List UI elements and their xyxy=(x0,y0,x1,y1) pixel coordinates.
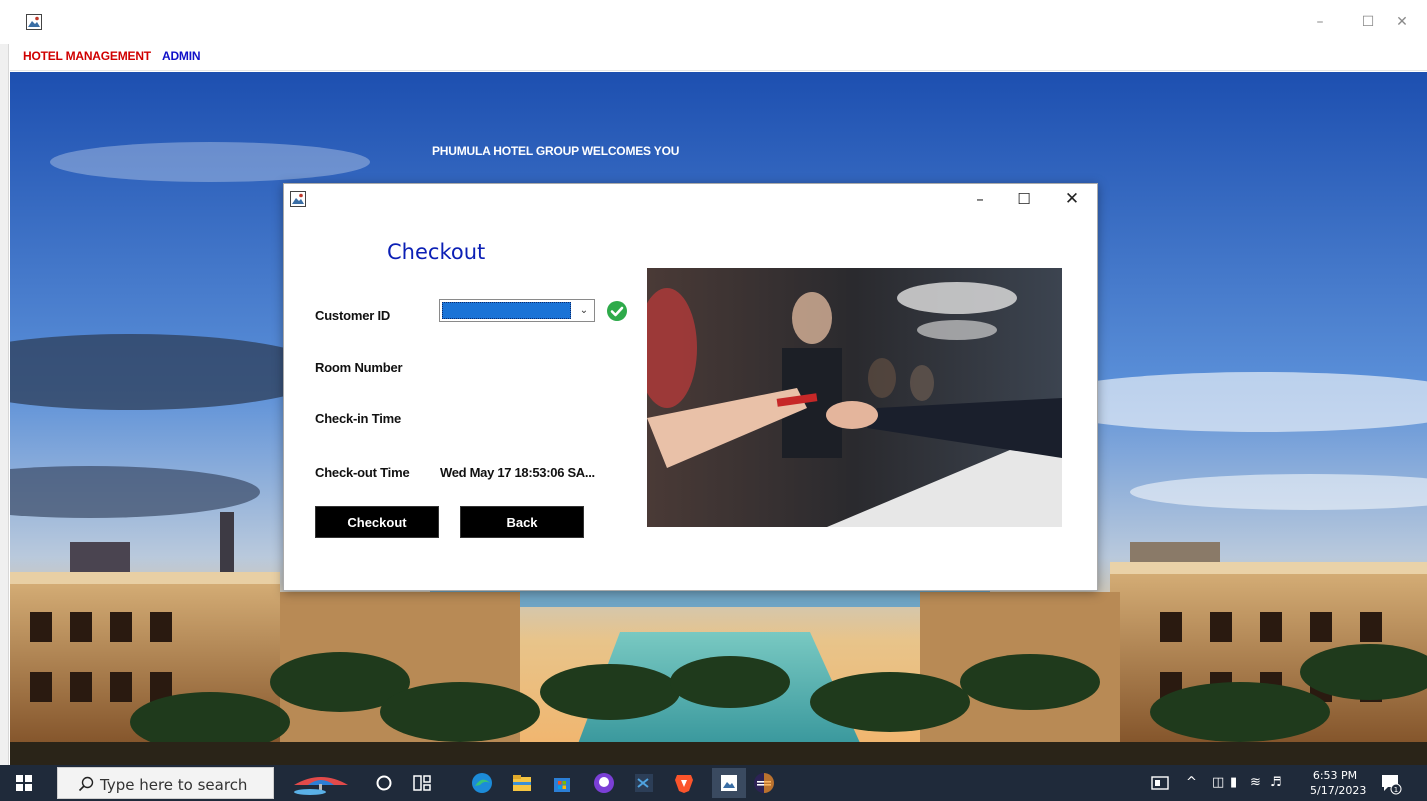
java-app-icon xyxy=(290,191,306,207)
room-number-label: Room Number xyxy=(315,360,403,375)
edge-icon[interactable] xyxy=(470,771,494,795)
windows-taskbar: Type here to search ^ ◫ ▮ ≋ ♬ 6:53 PM 5/… xyxy=(0,765,1427,801)
main-title-bar[interactable]: – ☐ ✕ xyxy=(0,0,1427,44)
back-button[interactable]: Back xyxy=(460,506,584,538)
battery-icon[interactable]: ▮ xyxy=(1230,775,1237,791)
search-placeholder: Type here to search xyxy=(100,776,248,794)
check-out-time-label: Check-out Time xyxy=(315,465,410,480)
volume-icon[interactable]: ♬ xyxy=(1270,775,1282,791)
wifi-icon[interactable]: ≋ xyxy=(1250,775,1261,791)
check-out-time-value: Wed May 17 18:53:06 SA... xyxy=(440,465,595,480)
cortana-icon[interactable] xyxy=(372,771,396,795)
check-in-time-label: Check-in Time xyxy=(315,411,402,426)
taskbar-search-box[interactable]: Type here to search xyxy=(57,767,274,799)
welcome-text: PHUMULA HOTEL GROUP WELCOMES YOU xyxy=(432,144,680,158)
java-app-icon xyxy=(26,14,42,30)
windows-start-icon[interactable] xyxy=(16,775,32,791)
microsoft-store-icon[interactable] xyxy=(550,771,574,795)
checkout-dialog: – ☐ ✕ Checkout Customer ID ⌄ Room Number… xyxy=(283,183,1098,591)
minimize-button[interactable]: – xyxy=(1312,14,1328,30)
file-explorer-icon[interactable] xyxy=(510,771,534,795)
network-device-icon[interactable]: ◫ xyxy=(1212,775,1224,791)
weather-widget-icon[interactable] xyxy=(290,771,352,795)
eclipse-icon[interactable] xyxy=(752,771,776,795)
customer-id-selected-value xyxy=(442,302,571,319)
dialog-title: Checkout xyxy=(387,240,486,264)
close-button[interactable]: ✕ xyxy=(1394,14,1410,30)
menu-admin[interactable]: ADMIN xyxy=(162,49,201,63)
dialog-maximize-button[interactable]: ☐ xyxy=(1014,188,1034,210)
notification-center-icon[interactable]: 1 xyxy=(1380,771,1402,795)
customer-id-dropdown[interactable]: ⌄ xyxy=(439,299,595,322)
vscode-icon[interactable] xyxy=(632,771,656,795)
news-widget-icon[interactable] xyxy=(1150,771,1170,795)
customer-id-label: Customer ID xyxy=(315,308,391,323)
chevron-up-icon[interactable]: ^ xyxy=(1186,775,1197,791)
check-circle-icon xyxy=(607,301,627,321)
hotel-reception-photo xyxy=(647,268,1062,527)
clock-time: 6:53 PM xyxy=(1312,769,1358,782)
java-app-icon[interactable] xyxy=(712,768,746,798)
menu-hotel-management[interactable]: HOTEL MANAGEMENT xyxy=(23,49,151,63)
dialog-close-button[interactable]: ✕ xyxy=(1062,188,1082,210)
dialog-minimize-button[interactable]: – xyxy=(970,188,990,210)
chevron-down-icon[interactable]: ⌄ xyxy=(576,302,592,319)
maximize-button[interactable]: ☐ xyxy=(1360,14,1376,30)
window-left-edge xyxy=(0,0,9,770)
menu-bar: HOTEL MANAGEMENT ADMIN xyxy=(10,44,1427,71)
taskbar-clock[interactable]: 6:53 PM 5/17/2023 xyxy=(1310,768,1367,798)
notification-count: 1 xyxy=(1394,786,1398,794)
search-icon xyxy=(78,776,94,792)
clock-date: 5/17/2023 xyxy=(1310,784,1367,797)
task-view-icon[interactable] xyxy=(410,771,434,795)
brave-icon[interactable] xyxy=(672,771,696,795)
checkout-button[interactable]: Checkout xyxy=(315,506,439,538)
github-desktop-icon[interactable] xyxy=(592,771,616,795)
